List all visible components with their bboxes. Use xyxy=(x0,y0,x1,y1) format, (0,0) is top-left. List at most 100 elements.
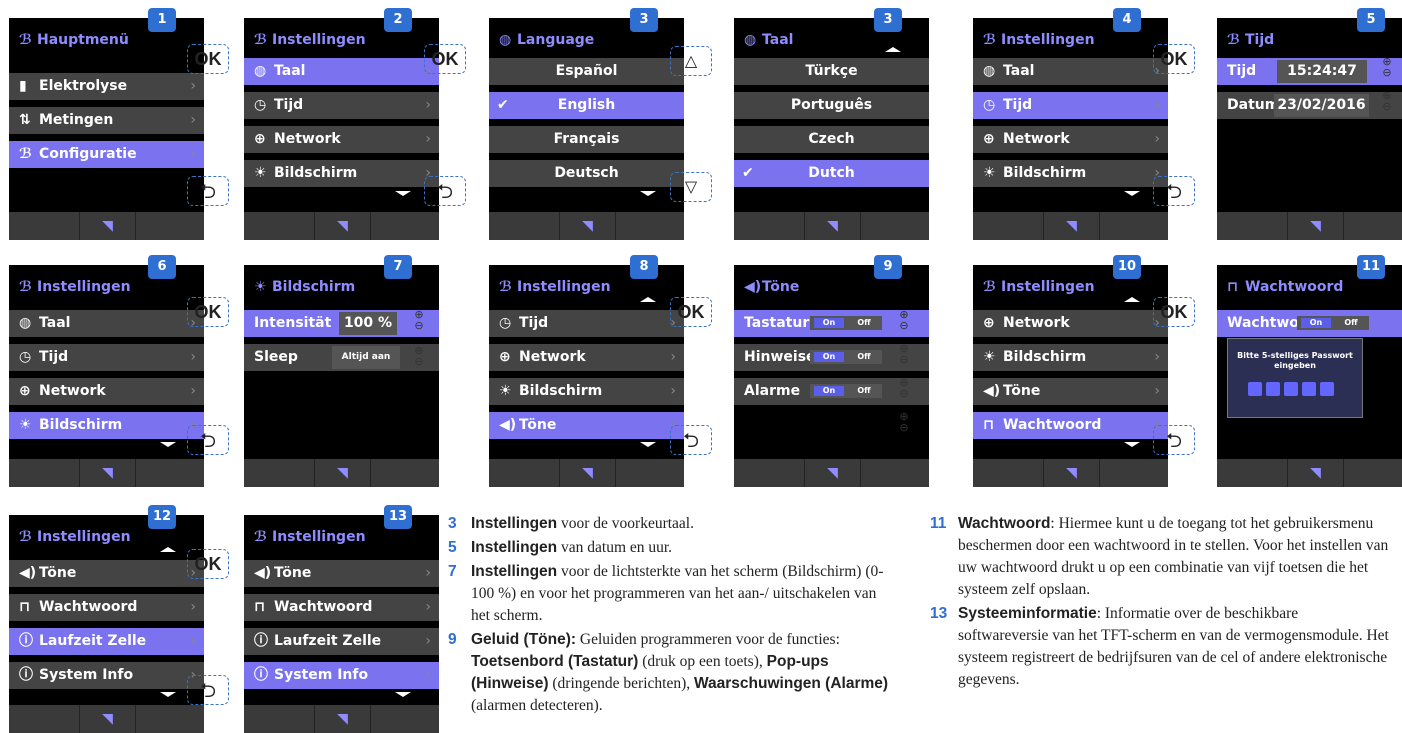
pin-box[interactable] xyxy=(1266,382,1280,396)
menu-item-wachtwoord[interactable]: ⊓ Wachtwoord › xyxy=(244,594,439,621)
down-button[interactable]: ▽ xyxy=(670,172,712,202)
globe-icon: ◍ xyxy=(499,32,512,48)
back-button[interactable]: ⮌ xyxy=(424,176,466,206)
pin-box[interactable] xyxy=(1284,382,1298,396)
plus-minus-icon[interactable]: ⊕ ⊖ xyxy=(1381,90,1393,112)
menu-item-network[interactable]: ⊕ Network › xyxy=(973,310,1168,337)
language-option[interactable]: Español xyxy=(489,58,684,85)
menu-item-metingen[interactable]: ⇅ Metingen › xyxy=(9,107,204,134)
menu-item-network[interactable]: ⊕ Network › xyxy=(489,344,684,371)
back-button[interactable]: ⮌ xyxy=(670,425,712,455)
ok-button[interactable]: OK xyxy=(187,44,229,74)
menu-item-network[interactable]: ⊕ Network › xyxy=(9,378,204,405)
wifi-icon: ◥ xyxy=(314,705,371,733)
menu-item-bildschirm[interactable]: ☀ Bildschirm › xyxy=(9,412,204,439)
scroll-down-icon[interactable] xyxy=(395,191,411,196)
scroll-up-icon[interactable] xyxy=(885,47,901,52)
menu-item-system-info[interactable]: ⓘ System Info › xyxy=(244,662,439,689)
menu-item-configuratie[interactable]: ℬ Configuratie › xyxy=(9,141,204,168)
scroll-down-icon[interactable] xyxy=(640,442,656,447)
wifi-icon: ◥ xyxy=(804,212,861,240)
language-option[interactable]: Français xyxy=(489,126,684,153)
language-option[interactable]: Deutsch xyxy=(489,160,684,187)
scroll-down-icon[interactable] xyxy=(640,191,656,196)
ok-button[interactable]: OK xyxy=(670,297,712,327)
screen-10: ℬ Instellingen ⊕ Network › ☀ Bildschirm › ◀) T… xyxy=(973,265,1168,487)
menu-item-bildschirm[interactable]: ☀ Bildschirm › xyxy=(973,160,1168,187)
globe-icon: ◍ xyxy=(744,32,757,48)
menu-item-tijd[interactable]: ◷ Tijd › xyxy=(244,92,439,119)
menu-item-tone[interactable]: ◀) Töne › xyxy=(489,412,684,439)
intensity-value[interactable]: 100 % xyxy=(339,312,397,335)
back-arrow-icon: ⮌ xyxy=(682,428,700,452)
pin-box[interactable] xyxy=(1248,382,1262,396)
menu-item-taal[interactable]: ◍ Taal › xyxy=(9,310,204,337)
pin-box[interactable] xyxy=(1302,382,1316,396)
back-button[interactable]: ⮌ xyxy=(1153,425,1195,455)
ok-button[interactable]: OK xyxy=(187,549,229,579)
menu-item-tijd[interactable]: ◷ Tijd › xyxy=(9,344,204,371)
menu-item-elektrolyse[interactable]: ▮ Elektrolyse › xyxy=(9,73,204,100)
triangle-down-icon: ▽ xyxy=(684,177,698,196)
ok-button[interactable]: OK xyxy=(424,44,466,74)
password-toggle[interactable]: On Off xyxy=(1297,316,1369,330)
menu-item-bildschirm[interactable]: ☀ Bildschirm › xyxy=(244,160,439,187)
time-value[interactable]: 15:24:47 xyxy=(1277,60,1367,83)
menu-item-bildschirm[interactable]: ☀ Bildschirm › xyxy=(489,378,684,405)
step-badge: 10 xyxy=(1113,255,1141,279)
back-button[interactable]: ⮌ xyxy=(1153,176,1195,206)
scroll-up-icon[interactable] xyxy=(160,547,176,552)
menu-item-tone[interactable]: ◀) Töne › xyxy=(9,560,204,587)
back-button[interactable]: ⮌ xyxy=(187,425,229,455)
scroll-up-icon[interactable] xyxy=(640,297,656,302)
scroll-down-icon[interactable] xyxy=(160,442,176,447)
back-arrow-icon: ⮌ xyxy=(199,428,217,452)
menu-item-tijd[interactable]: ◷ Tijd › xyxy=(489,310,684,337)
globe-icon: ◍ xyxy=(254,63,267,79)
up-button[interactable]: △ xyxy=(670,46,712,76)
menu-item-tijd[interactable]: ◷ Tijd › xyxy=(973,92,1168,119)
hinweise-toggle[interactable]: On Off xyxy=(810,350,882,364)
menu-item-network[interactable]: ⊕ Network › xyxy=(973,126,1168,153)
back-arrow-icon: ⮌ xyxy=(1165,428,1183,452)
menu-item-laufzeit[interactable]: ⓘ Laufzeit Zelle › xyxy=(244,628,439,655)
plus-minus-icon[interactable]: ⊕ ⊖ xyxy=(898,411,910,433)
language-option[interactable]: Czech xyxy=(734,126,929,153)
sleep-value[interactable]: Altijd aan xyxy=(332,346,400,369)
language-option[interactable]: Türkçe xyxy=(734,58,929,85)
menu-item-wachtwoord[interactable]: ⊓ Wachtwoord › xyxy=(9,594,204,621)
tastatur-toggle[interactable]: On Off xyxy=(810,316,882,330)
menu-item-taal[interactable]: ◍ Taal › xyxy=(244,58,439,85)
pin-box[interactable] xyxy=(1320,382,1334,396)
language-option[interactable]: ✔ Dutch xyxy=(734,160,929,187)
language-option[interactable]: ✔ English xyxy=(489,92,684,119)
menu-item-taal[interactable]: ◍ Taal › xyxy=(973,58,1168,85)
menu-item-system-info[interactable]: ⓘ System Info › xyxy=(9,662,204,689)
scroll-down-icon[interactable] xyxy=(395,692,411,697)
menu-item-laufzeit[interactable]: ⓘ Laufzeit Zelle › xyxy=(9,628,204,655)
alarme-toggle[interactable]: On Off xyxy=(810,384,882,398)
back-button[interactable]: ⮌ xyxy=(187,176,229,206)
plus-minus-icon[interactable]: ⊕ ⊖ xyxy=(898,377,910,399)
scroll-up-icon[interactable] xyxy=(1124,297,1140,302)
back-button[interactable]: ⮌ xyxy=(187,675,229,705)
scroll-down-icon[interactable] xyxy=(1124,442,1140,447)
scroll-down-icon[interactable] xyxy=(160,692,176,697)
plus-minus-icon[interactable]: ⊕ ⊖ xyxy=(413,309,425,331)
language-option[interactable]: Português xyxy=(734,92,929,119)
plus-minus-icon[interactable]: ⊕ ⊖ xyxy=(898,309,910,331)
ok-button[interactable]: OK xyxy=(1153,297,1195,327)
menu-item-wachtwoord[interactable]: ⊓ Wachtwoord › xyxy=(973,412,1168,439)
menu-item-bildschirm[interactable]: ☀ Bildschirm › xyxy=(973,344,1168,371)
plus-minus-icon[interactable]: ⊕ ⊖ xyxy=(413,345,425,367)
settings-icon: ℬ xyxy=(19,529,32,545)
ok-button[interactable]: OK xyxy=(1153,44,1195,74)
date-value[interactable]: 23/02/2016 xyxy=(1274,94,1369,117)
ok-button[interactable]: OK xyxy=(187,297,229,327)
menu-item-network[interactable]: ⊕ Network › xyxy=(244,126,439,153)
plus-minus-icon[interactable]: ⊕ ⊖ xyxy=(1381,56,1393,78)
menu-item-tone[interactable]: ◀) Töne › xyxy=(973,378,1168,405)
plus-minus-icon[interactable]: ⊕ ⊖ xyxy=(898,343,910,365)
menu-item-tone[interactable]: ◀) Töne › xyxy=(244,560,439,587)
scroll-down-icon[interactable] xyxy=(1124,191,1140,196)
